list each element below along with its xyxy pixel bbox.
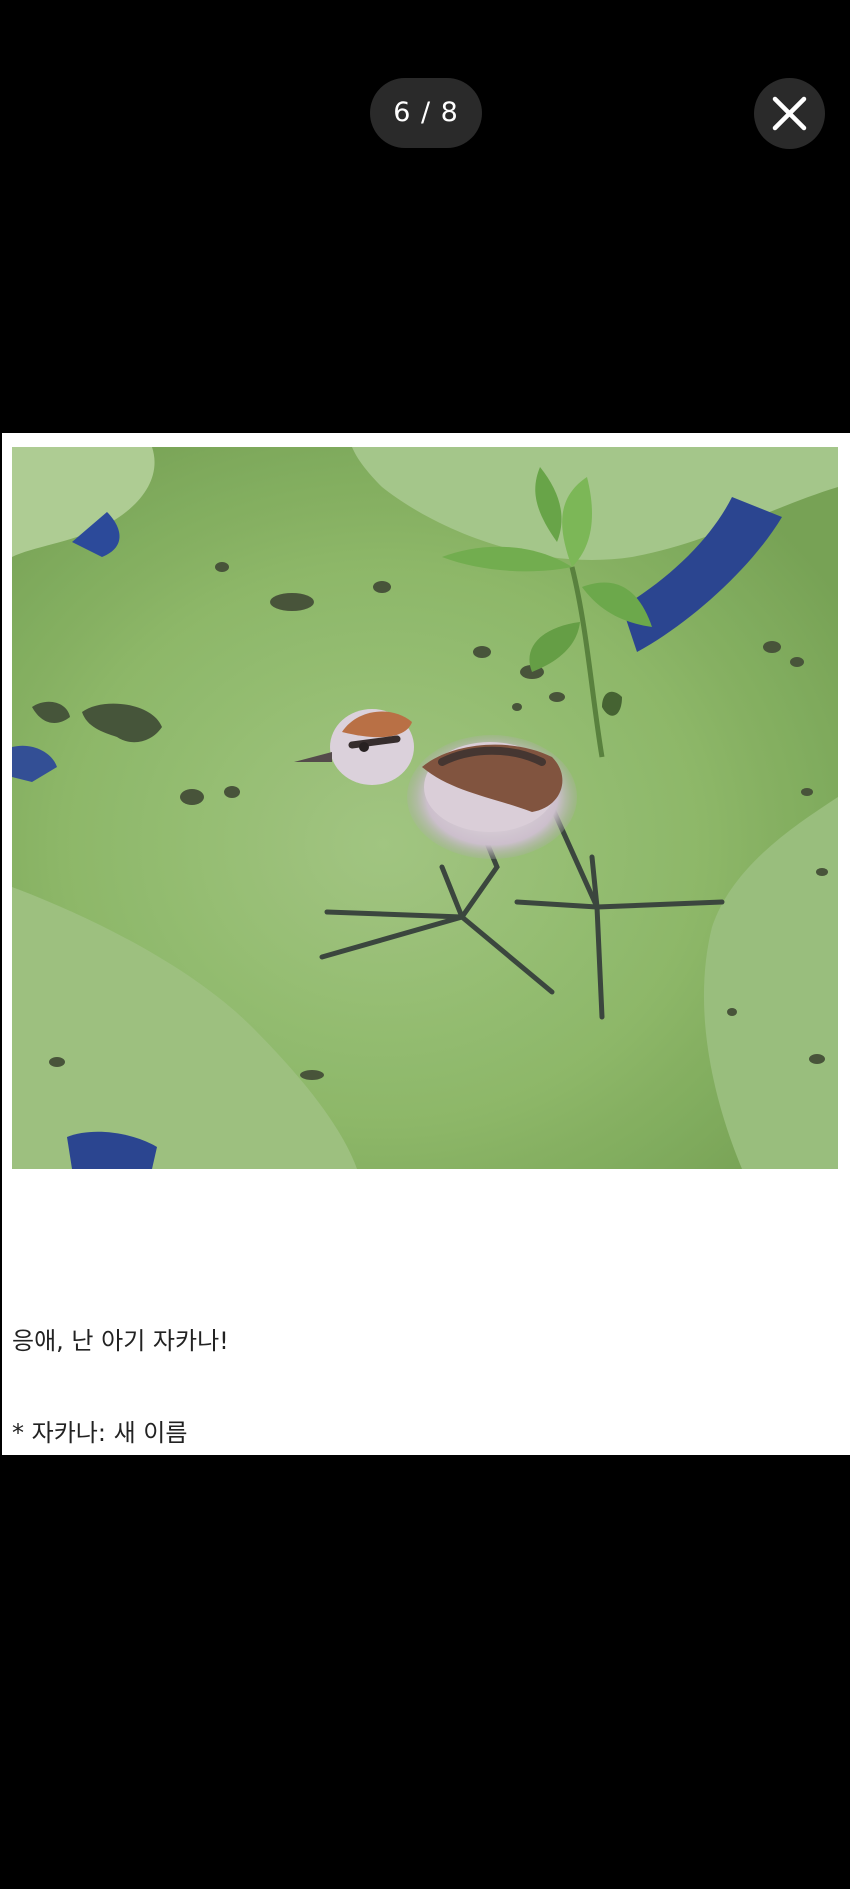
close-icon bbox=[772, 96, 807, 131]
caption-footnote: * 자카나: 새 이름 bbox=[12, 1419, 188, 1447]
post-image-card: 응애, 난 아기 자카나! * 자카나: 새 이름 bbox=[2, 433, 850, 1455]
jacana-photo[interactable] bbox=[12, 447, 838, 1169]
close-button[interactable] bbox=[754, 78, 825, 149]
page-counter: 6 / 8 bbox=[370, 78, 482, 148]
caption-text: 응애, 난 아기 자카나! bbox=[12, 1327, 229, 1355]
image-viewer: 6 / 8 응애, 난 아기 자카나! * 자카나: 새 이름 bbox=[0, 0, 850, 1889]
